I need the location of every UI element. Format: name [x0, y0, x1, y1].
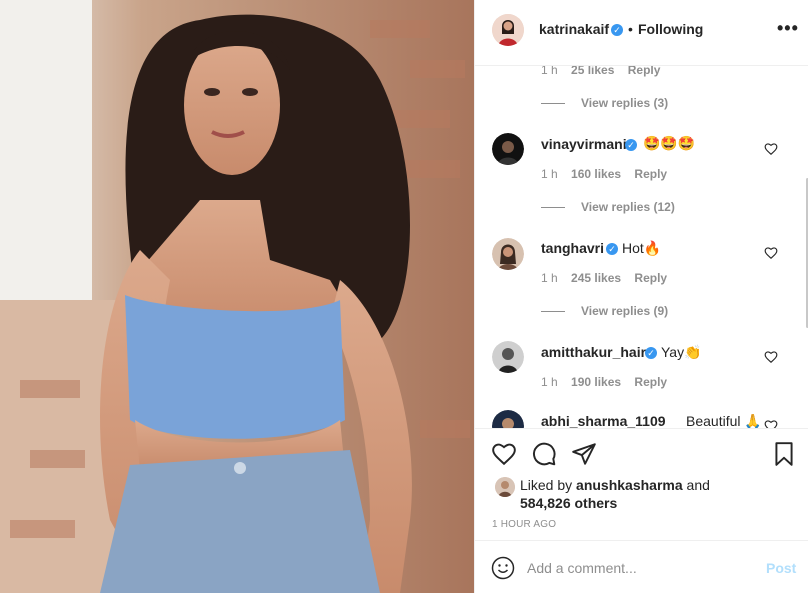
more-options-icon[interactable]: •••	[777, 18, 799, 39]
comment-bubble-icon[interactable]	[531, 441, 557, 467]
commenter-username[interactable]: abhi_sharma_1109	[541, 413, 666, 428]
commenter-avatar[interactable]	[492, 238, 524, 270]
comment-time: 1 h	[541, 66, 558, 77]
post-side-panel: katrinakaif ✓ • Following ••• 1 h 25 lik…	[474, 0, 808, 593]
author-username[interactable]: katrinakaif	[539, 21, 609, 37]
commenter-username[interactable]: tanghavri	[541, 240, 604, 256]
comment-text: Hot🔥	[622, 240, 662, 256]
author-avatar[interactable]	[492, 14, 524, 46]
liked-by-prefix: Liked by	[520, 477, 577, 493]
commenter-username[interactable]: vinayvirmani	[541, 136, 627, 152]
liked-by-others[interactable]: 584,826 others	[520, 495, 617, 511]
commenter-avatar[interactable]	[492, 410, 524, 428]
comment-text: Yay👏	[661, 344, 702, 360]
liked-by-avatar[interactable]	[495, 477, 515, 497]
comment-text: Beautiful 🙏	[686, 413, 762, 428]
comment-meta: 1 h 160 likes Reply	[541, 167, 667, 181]
comment-text: 🤩🤩🤩	[643, 135, 696, 151]
header-separator: •	[628, 21, 633, 37]
liked-by-text: Liked by anushkasharma and 584,826 other…	[520, 476, 750, 512]
comment-time: 1 h	[541, 375, 558, 389]
post-photo[interactable]	[0, 0, 474, 593]
post-header: katrinakaif ✓ • Following •••	[475, 0, 808, 66]
comment-time: 1 h	[541, 271, 558, 285]
commenter-avatar[interactable]	[492, 133, 524, 165]
verified-badge-icon: ✓	[645, 347, 657, 359]
view-replies-button[interactable]: View replies (12)	[581, 200, 675, 214]
add-comment-bar: Post	[475, 540, 808, 593]
commenter-avatar-image	[492, 341, 524, 373]
like-comment-heart-icon[interactable]	[764, 350, 778, 364]
reply-button[interactable]: Reply	[634, 375, 667, 389]
verified-badge-icon: ✓	[606, 243, 618, 255]
view-replies-button[interactable]: View replies (9)	[581, 304, 668, 318]
post-comment-button[interactable]: Post	[766, 560, 796, 576]
comment-likes: 245 likes	[571, 271, 622, 285]
like-comment-heart-icon[interactable]	[764, 142, 778, 156]
share-paper-plane-icon[interactable]	[571, 441, 597, 467]
comment-time: 1 h	[541, 167, 558, 181]
view-replies-button[interactable]: View replies (3)	[581, 96, 668, 110]
author-avatar-image	[492, 14, 524, 46]
reply-button[interactable]: Reply	[634, 271, 667, 285]
post-image	[0, 0, 474, 593]
post-timestamp[interactable]: 1 HOUR AGO	[492, 519, 556, 530]
reply-button[interactable]: Reply	[634, 167, 667, 181]
reply-line-icon	[541, 311, 565, 312]
comments-list[interactable]: 1 h 25 likes Reply View replies (3) vina…	[475, 66, 808, 428]
like-heart-icon[interactable]	[491, 441, 517, 467]
comment-likes: 190 likes	[571, 375, 622, 389]
save-bookmark-icon[interactable]	[771, 441, 797, 467]
liked-by-user[interactable]: anushkasharma	[576, 477, 683, 493]
liked-by-and: and	[682, 477, 710, 493]
reply-line-icon	[541, 207, 565, 208]
comment-meta-top: 1 h 25 likes Reply	[541, 66, 660, 77]
commenter-avatar[interactable]	[492, 341, 524, 373]
verified-badge-icon: ✓	[625, 139, 637, 151]
commenter-avatar-image	[492, 238, 524, 270]
following-button[interactable]: Following	[638, 21, 703, 37]
liked-by-avatar-image	[495, 477, 515, 497]
reply-line-icon	[541, 103, 565, 104]
comment-meta: 1 h 190 likes Reply	[541, 375, 667, 389]
comment-likes: 25 likes	[571, 66, 615, 77]
commenter-username[interactable]: amitthakur_hair	[541, 344, 646, 360]
like-comment-heart-icon[interactable]	[764, 246, 778, 260]
emoji-smiley-icon[interactable]	[491, 556, 515, 580]
verified-badge-icon: ✓	[611, 24, 623, 36]
commenter-avatar-image	[492, 133, 524, 165]
post-actions: Liked by anushkasharma and 584,826 other…	[475, 428, 808, 540]
comment-meta: 1 h 245 likes Reply	[541, 271, 667, 285]
reply-button[interactable]: Reply	[628, 66, 661, 77]
comment-likes: 160 likes	[571, 167, 622, 181]
commenter-avatar-image	[492, 410, 524, 428]
add-comment-input[interactable]	[525, 555, 749, 581]
like-comment-heart-icon[interactable]	[764, 419, 778, 428]
